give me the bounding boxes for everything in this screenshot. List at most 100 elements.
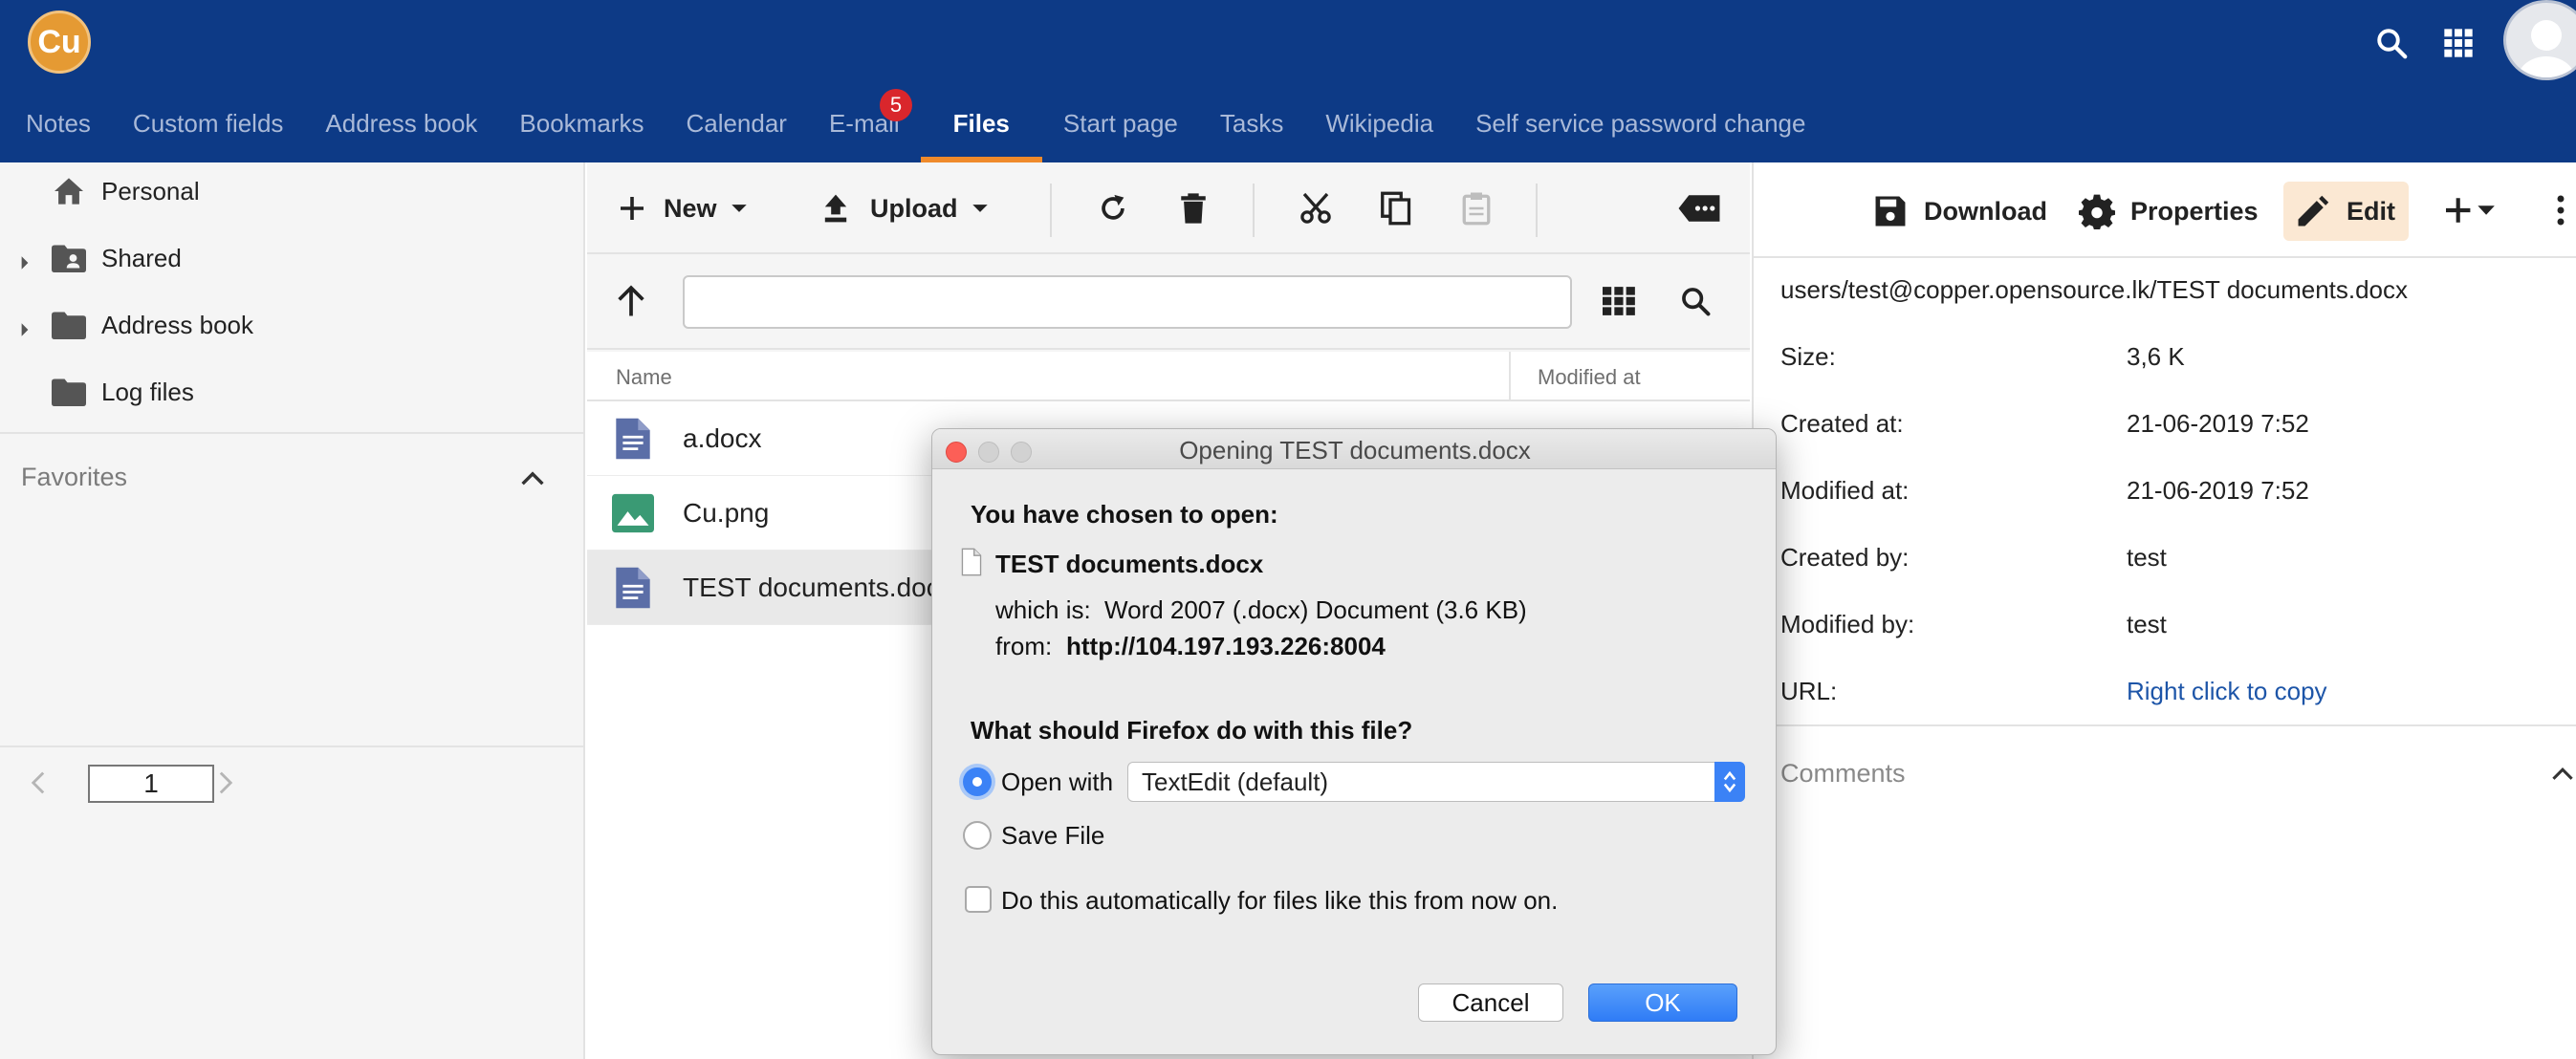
prop-label: Created at:: [1780, 409, 1904, 438]
copy-icon[interactable]: [1375, 187, 1417, 229]
path-input[interactable]: [683, 275, 1572, 329]
nav-bookmarks[interactable]: Bookmarks: [498, 103, 665, 162]
next-page-icon[interactable]: [218, 770, 237, 799]
file-name: TEST documents.docx: [683, 572, 953, 602]
tree-item-label: Personal: [101, 176, 200, 205]
paste-icon[interactable]: [1455, 187, 1497, 229]
nav-email[interactable]: E-mail 5: [808, 89, 921, 162]
open-file-dialog: Opening TEST documents.docx You have cho…: [931, 428, 1777, 1055]
properties-button[interactable]: Properties: [2065, 182, 2272, 241]
apps-grid-icon[interactable]: [2434, 19, 2482, 67]
user-avatar[interactable]: [2503, 0, 2576, 80]
comments-label: Comments: [1780, 759, 1906, 788]
tree-item-label: Shared: [101, 243, 182, 272]
caret-down-icon: [731, 205, 747, 212]
home-icon: [50, 174, 88, 208]
new-button[interactable]: New: [618, 182, 748, 235]
edit-button[interactable]: Edit: [2283, 182, 2409, 241]
select-stepper-icon[interactable]: [1714, 762, 1745, 802]
chevron-up-icon[interactable]: [520, 470, 549, 489]
prop-label: Size:: [1780, 342, 1836, 371]
upload-button[interactable]: Upload: [820, 182, 989, 235]
tree-item-label: Address book: [101, 310, 253, 339]
document-icon: [616, 567, 650, 608]
nav-start-page[interactable]: Start page: [1042, 103, 1199, 162]
auto-action-checkbox[interactable]: [965, 886, 992, 913]
page-number-input[interactable]: 1: [88, 765, 214, 803]
divider: [1536, 184, 1538, 237]
nav-wikipedia[interactable]: Wikipedia: [1304, 103, 1454, 162]
nav-self-service-password[interactable]: Self service password change: [1454, 103, 1826, 162]
expand-arrow-icon[interactable]: [19, 315, 33, 336]
nav-calendar[interactable]: Calendar: [665, 103, 808, 162]
divider: [0, 432, 583, 434]
application-select[interactable]: TextEdit (default): [1127, 762, 1745, 802]
column-name[interactable]: Name: [616, 365, 672, 390]
download-button[interactable]: Download: [1861, 182, 2061, 241]
chevron-up-icon[interactable]: [2551, 767, 2576, 786]
search-icon[interactable]: [2368, 19, 2415, 67]
cut-icon[interactable]: [1295, 187, 1337, 229]
arrow-up-icon[interactable]: [616, 285, 650, 319]
prop-created-by: test: [2127, 543, 2167, 572]
image-icon: [612, 493, 654, 532]
upload-label: Upload: [870, 193, 958, 223]
from-label: from:: [995, 632, 1053, 660]
which-is-label: which is:: [995, 595, 1091, 624]
save-file-radio[interactable]: [963, 821, 992, 850]
prop-label: URL:: [1780, 677, 1838, 705]
delete-icon[interactable]: [1172, 187, 1214, 229]
file-icon: [961, 548, 984, 578]
top-header: Cu Notes Custom fields Address book Book…: [0, 0, 2576, 162]
prev-page-icon[interactable]: [31, 770, 50, 799]
download-label: Download: [1924, 196, 2047, 226]
column-modified[interactable]: Modified at: [1538, 365, 1641, 390]
open-with-radio[interactable]: [963, 767, 992, 796]
tree-item-address-book[interactable]: Address book: [0, 296, 585, 354]
keyboard-icon[interactable]: [1675, 187, 1723, 229]
refresh-icon[interactable]: [1092, 187, 1134, 229]
properties-label: Properties: [2130, 196, 2259, 226]
nav-tasks[interactable]: Tasks: [1199, 103, 1304, 162]
ok-button[interactable]: OK: [1588, 983, 1737, 1022]
nav-address-book[interactable]: Address book: [304, 103, 498, 162]
main-nav: Notes Custom fields Address book Bookmar…: [0, 89, 1826, 162]
grid-view-icon[interactable]: [1603, 287, 1637, 319]
edit-label: Edit: [2347, 196, 2395, 226]
tree-item-personal[interactable]: Personal: [0, 162, 585, 220]
folder-icon: [50, 375, 88, 409]
tree-item-log-files[interactable]: Log files: [0, 363, 585, 421]
upload-icon: [824, 194, 847, 223]
column-divider: [1509, 352, 1511, 401]
cancel-button[interactable]: Cancel: [1418, 983, 1563, 1022]
favorites-label: Favorites: [21, 463, 128, 491]
nav-files[interactable]: Files: [920, 103, 1043, 162]
nav-custom-fields[interactable]: Custom fields: [112, 103, 305, 162]
file-type: Word 2007 (.docx) Document (3.6 KB): [1104, 595, 1527, 624]
file-name: Cu.png: [683, 497, 770, 528]
caret-down-icon: [971, 205, 988, 212]
url-copy-link[interactable]: Right click to copy: [2127, 677, 2327, 706]
search-icon[interactable]: [1679, 285, 1714, 319]
pencil-icon: [2298, 195, 2329, 227]
app-logo[interactable]: Cu: [28, 11, 91, 74]
expand-arrow-icon[interactable]: [19, 249, 33, 270]
plus-icon: [621, 197, 644, 220]
more-vert-icon[interactable]: [2557, 195, 2570, 227]
file-name: a.docx: [683, 422, 762, 453]
path-bar: [587, 256, 1750, 350]
action-question: What should Firefox do with this file?: [971, 716, 1413, 745]
unread-badge: 5: [879, 89, 912, 121]
details-pane: Download Properties Edit users/test@copp…: [1752, 162, 2576, 1059]
auto-action-label: Do this automatically for files like thi…: [1001, 886, 1559, 915]
divider: [0, 746, 583, 747]
chosen-heading: You have chosen to open:: [971, 500, 1278, 529]
add-menu-icon[interactable]: [2446, 195, 2500, 227]
list-header: Name Modified at: [587, 352, 1750, 401]
tree-item-shared[interactable]: Shared: [0, 229, 585, 287]
source-url: http://104.197.193.226:8004: [1066, 632, 1386, 660]
nav-notes[interactable]: Notes: [0, 103, 112, 162]
prop-label: Modified at:: [1780, 476, 1910, 505]
document-icon: [616, 418, 650, 459]
selected-application: TextEdit (default): [1142, 767, 1329, 796]
